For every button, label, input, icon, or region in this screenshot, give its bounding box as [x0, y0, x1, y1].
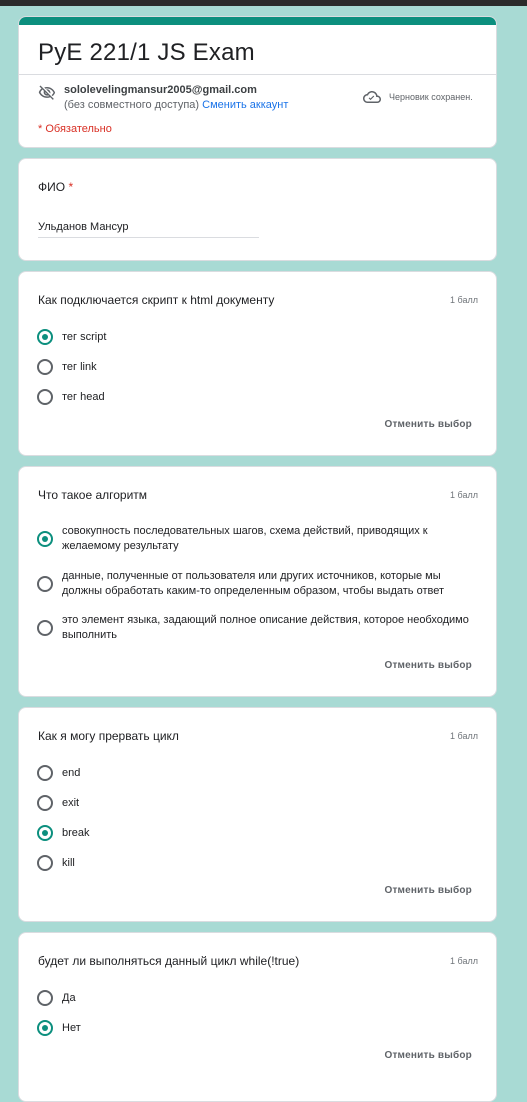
option-label: тег head: [62, 390, 105, 403]
account-email: sololevelingmansur2005@gmail.com: [64, 84, 257, 96]
form-header-card: PyE 221/1 JS Exam sololevelingmansur2005…: [18, 16, 497, 148]
radio-option[interactable]: данные, полученные от пользователя или д…: [37, 569, 477, 599]
radio-button[interactable]: [37, 990, 53, 1006]
radio-button-checked[interactable]: [37, 329, 53, 345]
option-label: Да: [62, 991, 76, 1004]
clear-selection-button[interactable]: Отменить выбор: [384, 1050, 472, 1061]
question-card-3: Как я могу прервать цикл 1 балл end exit…: [18, 707, 497, 922]
option-label: break: [62, 826, 90, 839]
header-divider: [19, 74, 496, 75]
fio-label: ФИО *: [38, 180, 73, 194]
radio-button[interactable]: [37, 576, 53, 592]
option-label: exit: [62, 796, 80, 809]
question-points: 1 балл: [450, 295, 478, 305]
radio-button[interactable]: [37, 795, 53, 811]
option-label: kill: [62, 856, 75, 869]
radio-button[interactable]: [37, 620, 53, 636]
question-card-2: Что такое алгоритм 1 балл совокупность п…: [18, 466, 497, 697]
clear-selection-button[interactable]: Отменить выбор: [384, 885, 472, 896]
fio-answer-input[interactable]: Ульданов Мансур: [38, 221, 129, 233]
radio-button[interactable]: [37, 765, 53, 781]
question-card-1: Как подключается скрипт к html документу…: [18, 271, 497, 456]
radio-button[interactable]: [37, 855, 53, 871]
radio-button-checked[interactable]: [37, 1020, 53, 1036]
option-label: end: [62, 766, 81, 779]
clear-selection-button[interactable]: Отменить выбор: [384, 419, 472, 430]
question-points: 1 балл: [450, 956, 478, 966]
radio-button-checked[interactable]: [37, 825, 53, 841]
option-label: совокупность последовательных шагов, схе…: [62, 525, 428, 552]
fio-question-card: ФИО * Ульданов Мансур: [18, 158, 497, 261]
radio-button[interactable]: [37, 359, 53, 375]
cloud-check-icon: [363, 91, 381, 103]
radio-option[interactable]: тег script: [37, 329, 477, 345]
question-title: Как я могу прервать цикл: [38, 729, 179, 743]
radio-option[interactable]: kill: [37, 855, 477, 871]
question-title: Как подключается скрипт к html документу: [38, 293, 275, 307]
radio-option[interactable]: совокупность последовательных шагов, схе…: [37, 524, 477, 554]
clear-selection-button[interactable]: Отменить выбор: [384, 660, 472, 671]
option-label: данные, полученные от пользователя или д…: [62, 570, 445, 597]
fio-label-text: ФИО: [38, 180, 66, 194]
radio-option[interactable]: это элемент языка, задающий полное описа…: [37, 613, 477, 643]
required-mark: *: [68, 180, 74, 194]
radio-button[interactable]: [37, 389, 53, 405]
option-label: тег script: [62, 330, 107, 343]
radio-option[interactable]: break: [37, 825, 477, 841]
option-label: Нет: [62, 1021, 81, 1034]
form-title: PyE 221/1 JS Exam: [38, 39, 255, 66]
question-card-4: будет ли выполняться данный цикл while(!…: [18, 932, 497, 1102]
radio-option[interactable]: end: [37, 765, 477, 781]
radio-option[interactable]: Нет: [37, 1020, 477, 1036]
question-title: Что такое алгоритм: [38, 488, 148, 502]
browser-top-bar: [0, 0, 527, 6]
radio-option[interactable]: тег link: [37, 359, 477, 375]
radio-button-checked[interactable]: [37, 531, 53, 547]
radio-option[interactable]: тег head: [37, 389, 477, 405]
question-points: 1 балл: [450, 490, 478, 500]
required-note: * Обязательно: [38, 123, 112, 135]
fio-answer-underline: [38, 237, 259, 238]
sharing-status: (без совместного доступа): [64, 99, 200, 111]
radio-option[interactable]: exit: [37, 795, 477, 811]
question-points: 1 балл: [450, 731, 478, 741]
eye-off-icon: [38, 85, 56, 100]
question-title: будет ли выполняться данный цикл while(!…: [38, 954, 300, 968]
header-accent-stripe: [19, 17, 496, 25]
account-sharing-line: (без совместного доступа) Сменить аккаун…: [64, 99, 288, 111]
draft-saved-status: Черновик сохранен.: [389, 92, 473, 102]
radio-option[interactable]: Да: [37, 990, 477, 1006]
switch-account-link[interactable]: Сменить аккаунт: [202, 99, 288, 111]
option-label: тег link: [62, 360, 97, 373]
option-label: это элемент языка, задающий полное описа…: [62, 614, 469, 641]
